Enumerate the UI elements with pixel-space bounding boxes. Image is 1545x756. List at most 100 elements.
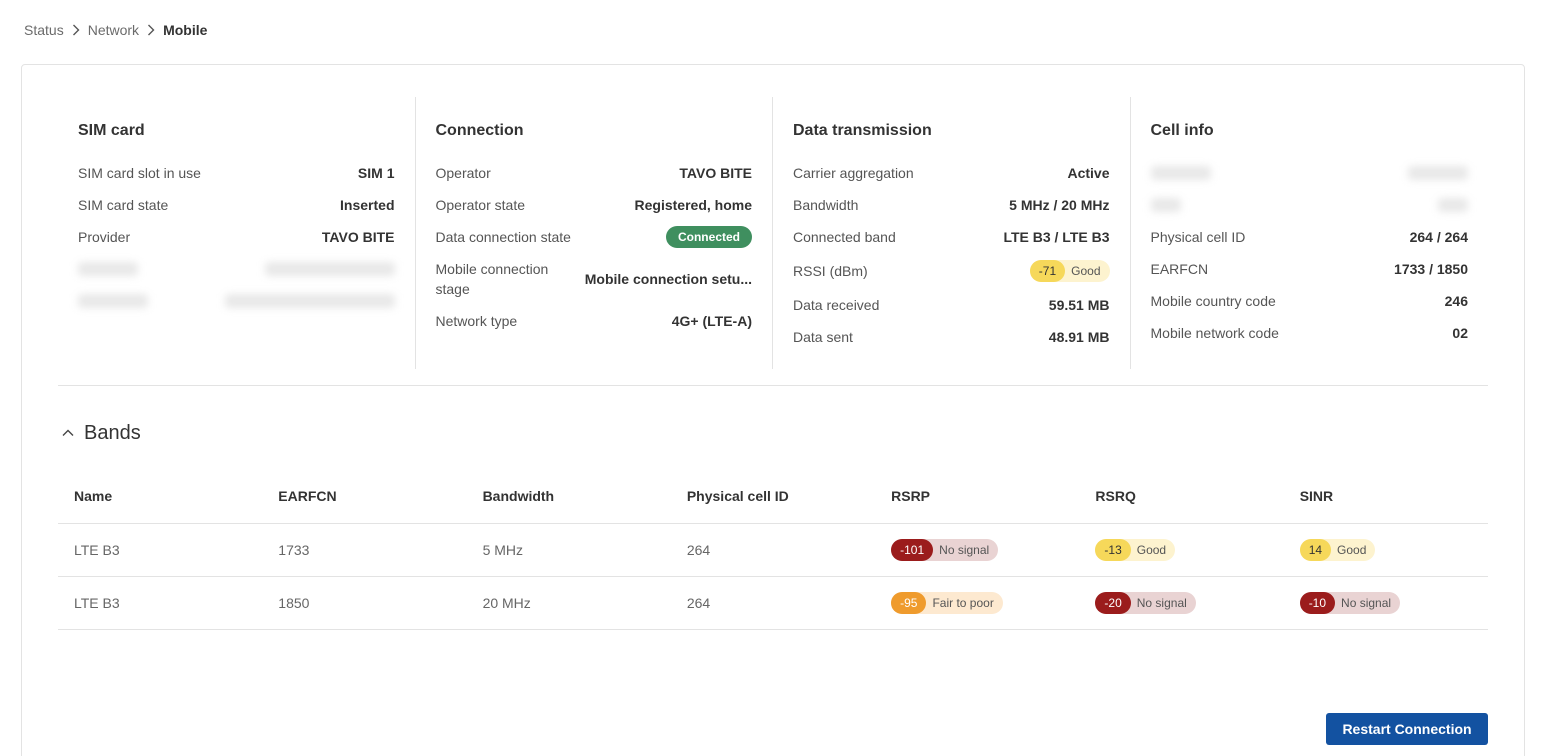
cell-info-title: Cell info — [1150, 122, 1214, 139]
breadcrumb-status[interactable]: Status — [24, 22, 64, 38]
column-header-earfcn: EARFCN — [262, 469, 467, 524]
mobile-status-card: SIM card SIM card slot in use SIM 1 SIM … — [21, 64, 1525, 756]
country-code-label: Mobile country code — [1150, 293, 1276, 309]
rsrq-badge: -20 No signal — [1095, 591, 1196, 614]
rsrq-quality: No signal — [1136, 595, 1187, 610]
redacted-row — [1150, 189, 1468, 221]
sim-card-title: SIM card — [78, 122, 145, 139]
operator-label: Operator — [435, 165, 491, 181]
rsrq-value: -20 — [1095, 591, 1131, 614]
band-earfcn: 1850 — [262, 576, 467, 630]
redacted-row — [1150, 157, 1468, 189]
restart-connection-button[interactable]: Restart Connection — [1326, 713, 1488, 745]
band-name: LTE B3 — [58, 523, 263, 577]
data-connection-state-label: Data connection state — [435, 229, 571, 245]
chevron-right-icon — [72, 24, 80, 36]
chevron-up-icon — [62, 429, 74, 437]
provider-label: Provider — [78, 229, 131, 245]
rsrq-badge: -13 Good — [1095, 538, 1176, 561]
rssi-label: RSSI (dBm) — [793, 263, 868, 279]
redacted-label — [1150, 198, 1181, 212]
rsrp-value: -101 — [891, 538, 934, 561]
connection-stage-label: Mobile connection stage — [435, 261, 549, 297]
data-connection-state-row: Data connection state Connected — [435, 221, 752, 253]
carrier-aggregation-value: Active — [1067, 165, 1110, 181]
breadcrumb-current: Mobile — [163, 22, 208, 38]
sinr-cell: -10 No signal — [1283, 576, 1488, 630]
earfcn-value: 1733 / 1850 — [1394, 261, 1468, 277]
bandwidth-value: 5 MHz / 20 MHz — [1009, 197, 1110, 213]
redacted-row — [78, 285, 395, 317]
redacted-label — [78, 294, 148, 308]
band-bandwidth: 5 MHz — [466, 523, 671, 577]
connection-title: Connection — [435, 122, 524, 139]
provider-value: TAVO BITE — [321, 229, 395, 245]
provider-row: Provider TAVO BITE — [78, 221, 395, 253]
rsrq-quality: Good — [1136, 542, 1167, 557]
sim-state-row: SIM card state Inserted — [78, 189, 395, 221]
section-divider — [58, 385, 1488, 386]
connection-section: Connection Operator TAVO BITE Operator s… — [416, 97, 773, 369]
rssi-quality: Good — [1071, 264, 1101, 278]
connection-stage-value: Mobile connection setu... — [584, 271, 752, 287]
band-pci: 264 — [670, 523, 876, 577]
data-sent-row: Data sent 48.91 MB — [793, 321, 1110, 353]
data-received-label: Data received — [793, 297, 880, 313]
chevron-right-icon — [147, 24, 155, 36]
network-type-row: Network type 4G+ (LTE-A) — [436, 305, 753, 337]
column-header-bandwidth: Bandwidth — [466, 469, 671, 524]
network-type-label: Network type — [435, 313, 518, 329]
network-code-label: Mobile network code — [1150, 325, 1279, 341]
earfcn-label: EARFCN — [1150, 261, 1209, 277]
bands-title: Bands — [84, 421, 141, 444]
band-bandwidth: 20 MHz — [466, 576, 671, 630]
network-code-value: 02 — [1452, 325, 1468, 341]
column-header-name: Name — [58, 469, 263, 524]
rsrp-badge: -95 Fair to poor — [891, 591, 1003, 614]
data-transmission-title: Data transmission — [793, 122, 932, 139]
redacted-value — [1438, 198, 1468, 212]
sim-slot-value: SIM 1 — [357, 165, 395, 181]
sim-card-section: SIM card SIM card slot in use SIM 1 SIM … — [58, 97, 416, 369]
operator-value: TAVO BITE — [679, 165, 752, 181]
cell-info-section: Cell info Physical cell ID 264 / 264 EAR… — [1131, 97, 1489, 369]
operator-state-label: Operator state — [435, 197, 526, 213]
sinr-cell: 14 Good — [1283, 523, 1488, 577]
physical-cell-id-row: Physical cell ID 264 / 264 — [1151, 221, 1469, 253]
connection-stage-row: Mobile connection stage Mobile connectio… — [436, 253, 753, 305]
data-sent-label: Data sent — [793, 329, 853, 345]
physical-cell-id-value: 264 / 264 — [1409, 229, 1468, 245]
band-pci: 264 — [670, 576, 876, 630]
redacted-value — [1408, 166, 1468, 180]
breadcrumb: Status Network Mobile — [24, 20, 207, 40]
carrier-aggregation-row: Carrier aggregation Active — [793, 157, 1110, 189]
connected-band-value: LTE B3 / LTE B3 — [1003, 229, 1110, 245]
column-header-rsrq: RSRQ — [1079, 469, 1284, 524]
data-received-value: 59.51 MB — [1048, 297, 1110, 313]
network-code-row: Mobile network code 02 — [1151, 317, 1469, 349]
data-transmission-section: Data transmission Carrier aggregation Ac… — [773, 97, 1131, 369]
data-sent-value: 48.91 MB — [1048, 329, 1110, 345]
bands-header-row: Name EARFCN Bandwidth Physical cell ID R… — [58, 469, 1488, 524]
sim-state-label: SIM card state — [78, 197, 169, 213]
rsrp-badge: -101 No signal — [891, 538, 999, 561]
band-name: LTE B3 — [58, 576, 263, 630]
bands-toggle[interactable]: Bands — [62, 419, 141, 447]
operator-state-value: Registered, home — [634, 197, 752, 213]
rssi-badge: -71 Good — [1029, 260, 1110, 282]
physical-cell-id-label: Physical cell ID — [1150, 229, 1246, 245]
redacted-value — [224, 294, 395, 308]
rsrp-quality: Fair to poor — [932, 595, 994, 610]
sinr-quality: Good — [1337, 542, 1367, 557]
column-header-sinr: SINR — [1283, 469, 1488, 524]
redacted-value — [264, 262, 395, 276]
bandwidth-row: Bandwidth 5 MHz / 20 MHz — [793, 189, 1110, 221]
breadcrumb-network[interactable]: Network — [88, 22, 139, 38]
rsrp-cell: -101 No signal — [875, 523, 1080, 577]
network-type-value: 4G+ (LTE-A) — [671, 313, 752, 329]
sinr-badge: -10 No signal — [1299, 591, 1401, 614]
band-earfcn: 1733 — [262, 523, 467, 577]
rsrq-cell: -13 Good — [1079, 523, 1284, 577]
bands-table: Name EARFCN Bandwidth Physical cell ID R… — [58, 469, 1488, 630]
sinr-value: 14 — [1299, 538, 1332, 561]
